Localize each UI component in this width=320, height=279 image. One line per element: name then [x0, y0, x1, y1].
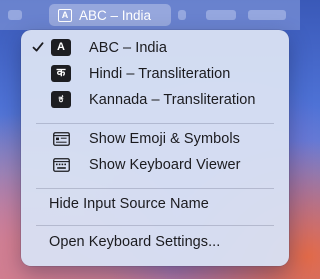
abc-input-source-icon: A — [51, 39, 71, 56]
menu-bar: A ABC – India — [0, 0, 300, 30]
menu-item-show-emoji-symbols[interactable]: Show Emoji & Symbols — [26, 128, 284, 150]
input-source-menu-button[interactable]: A ABC – India — [49, 4, 171, 26]
input-source-icon: A — [58, 8, 72, 22]
menu-bar-item-blurred[interactable] — [248, 10, 286, 20]
menu-item-label: Hindi – Transliteration — [89, 66, 231, 82]
kannada-input-source-icon: ಕ — [51, 91, 71, 108]
input-source-dropdown-menu: A ABC – India क Hindi – Transliteration … — [21, 30, 289, 266]
menu-item-show-keyboard-viewer[interactable]: Show Keyboard Viewer — [26, 154, 284, 176]
keyboard-viewer-icon — [53, 158, 70, 172]
menu-bar-item-blurred[interactable] — [178, 10, 186, 20]
checkmark-icon — [32, 42, 44, 52]
menu-separator — [36, 225, 274, 226]
menu-item-label: Show Emoji & Symbols — [89, 131, 240, 147]
menu-item-label: Show Keyboard Viewer — [89, 157, 241, 173]
emoji-symbols-icon — [53, 132, 70, 146]
menu-bar-item-blurred[interactable] — [206, 10, 236, 20]
hindi-input-source-icon: क — [51, 65, 71, 82]
menu-item-kannada-transliteration[interactable]: ಕ Kannada – Transliteration — [26, 89, 284, 111]
input-source-name: ABC – India — [79, 7, 152, 23]
menu-item-hide-input-source-name[interactable]: Hide Input Source Name — [26, 193, 284, 215]
menu-separator — [36, 123, 274, 124]
menu-item-open-keyboard-settings[interactable]: Open Keyboard Settings... — [26, 231, 284, 253]
menu-item-hindi-transliteration[interactable]: क Hindi – Transliteration — [26, 63, 284, 85]
menu-item-label: ABC – India — [89, 40, 167, 56]
menu-bar-item-blurred[interactable] — [8, 10, 22, 20]
menu-item-label: Hide Input Source Name — [49, 196, 209, 212]
menu-item-label: Kannada – Transliteration — [89, 92, 256, 108]
menu-item-abc-india[interactable]: A ABC – India — [26, 37, 284, 59]
menu-item-label: Open Keyboard Settings... — [49, 234, 221, 250]
menu-separator — [36, 188, 274, 189]
